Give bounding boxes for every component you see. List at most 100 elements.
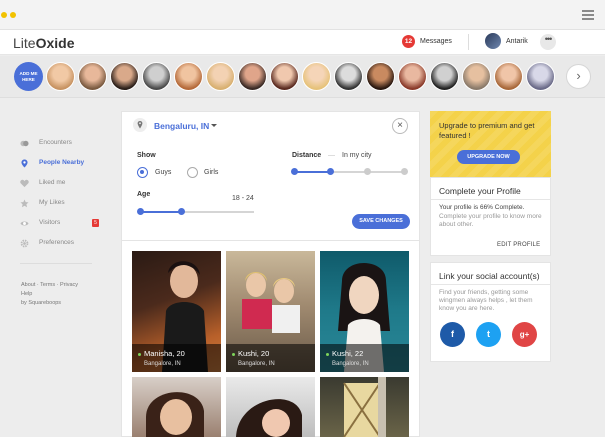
sidebar-item-label: My Likes [39,199,65,206]
edit-profile-link[interactable]: EDIT PROFILE [497,242,540,248]
featured-avatar[interactable] [430,62,459,91]
logo-bold-text: Oxide [35,35,75,51]
add-me-here-button[interactable]: ADD ME HERE [14,62,43,91]
profile-info: Manisha, 20 Bangalore, IN [132,344,221,372]
profile-city: Bangalore, IN [144,361,181,367]
profile-info: Kushi, 20 Bangalore, IN [226,344,315,372]
strip-next-arrow-icon[interactable]: › [566,64,591,89]
gear-icon [20,239,29,248]
sidebar-item-visitors[interactable]: Visitors 5 [20,216,100,236]
location-pin-icon [133,118,147,132]
profile-name: Manisha, 20 [138,349,221,358]
age-slider-min-handle[interactable] [137,208,144,215]
footer-help-link[interactable]: Help [21,291,101,297]
window-dot-icon [1,12,7,18]
featured-avatar[interactable] [110,62,139,91]
profile-card[interactable] [226,377,315,437]
user-name[interactable]: Antarik [506,38,528,45]
upgrade-now-button[interactable]: UPGRADE NOW [457,150,520,164]
card-divider [431,284,550,285]
sidebar-item-people-nearby[interactable]: People Nearby [20,156,100,176]
featured-avatar[interactable] [366,62,395,91]
radio-girls[interactable] [187,167,198,178]
age-slider[interactable] [140,211,254,213]
chevron-down-icon[interactable] [211,124,217,127]
featured-avatar[interactable] [398,62,427,91]
eye-icon [20,221,29,226]
facebook-icon[interactable]: f [440,322,465,347]
sidebar-item-label: Preferences [39,239,75,246]
distance-slider[interactable] [294,171,405,173]
featured-avatar[interactable] [238,62,267,91]
featured-avatar[interactable] [206,62,235,91]
app-logo[interactable]: LiteOxide [13,35,74,51]
social-card-text: Find your friends, getting some wingmen … [439,289,533,312]
profile-completion-hint: Complete your profile to know more about… [439,213,542,228]
complete-profile-title: Complete your Profile [439,186,521,196]
footer-credit: by Squareboops [21,300,62,306]
profile-completion-status: Your profile is 66% Complete. [439,204,525,211]
profile-photo [146,392,204,437]
profile-photo [343,377,386,437]
featured-avatar[interactable] [526,62,555,91]
featured-avatar[interactable] [78,62,107,91]
sidebar-item-label: People Nearby [39,159,85,166]
profile-photo [236,399,302,437]
distance-dash: — [328,152,335,159]
distance-value: In my city [342,152,372,159]
featured-avatar[interactable] [334,62,363,91]
profile-name: Kushi, 22 [326,349,409,358]
featured-avatar[interactable] [142,62,171,91]
sidebar-divider [20,263,92,264]
close-filters-button[interactable]: × [392,118,408,134]
age-slider-max-handle[interactable] [177,208,185,215]
save-changes-button[interactable]: SAVE CHANGES [352,214,410,229]
show-label: Show [137,152,156,159]
google-plus-icon[interactable]: g+ [512,322,537,347]
featured-avatar[interactable] [494,62,523,91]
sidebar-item-liked-me[interactable]: Liked me [20,176,100,196]
app-header: LiteOxide 12 Messages Antarik ••• [0,30,605,55]
more-options-button[interactable]: ••• [540,34,556,50]
star-icon [20,199,29,208]
header-divider [468,34,469,50]
footer-links[interactable]: About · Terms · Privacy [21,282,101,288]
distance-slider-stop[interactable] [291,168,298,175]
social-card-title: Link your social account(s) [439,271,540,281]
featured-avatar[interactable] [462,62,491,91]
profile-card[interactable]: Kushi, 22 Bangalore, IN [320,251,409,372]
sidebar-item-label: Visitors [39,219,61,226]
sidebar-item-encounters[interactable]: Encounters [20,136,100,156]
featured-avatar[interactable] [302,62,331,91]
radio-guys-label[interactable]: Guys [155,169,171,176]
logo-light-text: Lite [13,35,36,51]
profile-card[interactable]: Manisha, 20 Bangalore, IN [132,251,221,372]
browser-chrome [0,0,605,30]
radio-girls-label[interactable]: Girls [204,169,218,176]
hamburger-menu-icon[interactable] [582,10,594,20]
featured-avatar[interactable] [174,62,203,91]
featured-avatar[interactable] [46,62,75,91]
profile-card[interactable] [132,377,221,437]
distance-slider-stop[interactable] [364,168,371,175]
sidebar-item-preferences[interactable]: Preferences [20,236,100,256]
radio-guys[interactable] [137,167,148,178]
distance-slider-stop[interactable] [401,168,408,175]
location-selector[interactable]: Bengaluru, IN [154,121,209,131]
premium-text: Upgrade to premium and get featured ! [439,121,535,140]
sidebar-nav: Encounters People Nearby Liked me My Lik… [20,136,100,256]
profile-info: Kushi, 22 Bangalore, IN [320,344,409,372]
featured-profiles-strip: ADD ME HERE › [0,56,605,98]
featured-avatar[interactable] [270,62,299,91]
user-avatar[interactable] [485,33,501,49]
messages-count-badge[interactable]: 12 [402,35,415,48]
location-pin-icon [21,159,28,168]
distance-label: Distance [292,152,322,159]
twitter-icon[interactable]: t [476,322,501,347]
profile-card[interactable] [320,377,409,437]
messages-link[interactable]: Messages [420,38,452,45]
sidebar-item-my-likes[interactable]: My Likes [20,196,100,216]
age-range-value: 18 - 24 [232,195,254,202]
profile-card[interactable]: Kushi, 20 Bangalore, IN [226,251,315,372]
card-divider [431,199,550,200]
